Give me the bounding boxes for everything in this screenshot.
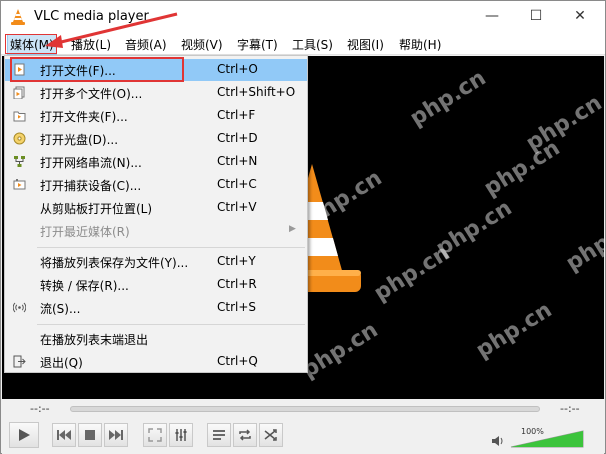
menu-item-shortcut: Ctrl+Shift+O (217, 85, 296, 99)
menu-item-label: 退出(Q) (40, 356, 83, 370)
menu-item-label: 在播放列表末端退出 (40, 333, 149, 347)
stop-button[interactable] (78, 423, 102, 447)
watermark-text: php.cn (297, 317, 383, 384)
watermark-text: php.cn (471, 297, 557, 364)
open-folder-icon (13, 111, 26, 122)
menu-open-file[interactable]: 打开文件(F)... Ctrl+O (5, 59, 307, 81)
play-icon (19, 429, 30, 441)
menu-save-playlist[interactable]: 将播放列表保存为文件(Y)... Ctrl+Y (5, 251, 307, 273)
menu-subtitle[interactable]: 字幕(T) (237, 36, 278, 53)
capture-device-icon (13, 179, 26, 190)
menu-item-label: 打开文件(F)... (40, 64, 116, 78)
minimize-button[interactable]: — (470, 1, 514, 31)
menu-item-label: 打开捕获设备(C)... (40, 179, 142, 193)
shuffle-button[interactable] (259, 423, 283, 447)
next-button[interactable] (104, 423, 128, 447)
open-multiple-files-icon (13, 86, 25, 99)
menu-item-shortcut: Ctrl+Q (217, 354, 258, 368)
previous-icon (57, 430, 71, 440)
menu-separator (37, 247, 305, 248)
menu-item-label: 打开文件夹(F)... (40, 110, 128, 124)
playback-controls: --:-- --:-- 100% (2, 399, 604, 454)
menu-item-label: 打开最近媒体(R) (40, 225, 130, 239)
menu-item-shortcut: Ctrl+S (217, 300, 257, 314)
volume-slider[interactable] (509, 429, 585, 449)
play-button[interactable] (9, 422, 39, 448)
playlist-button[interactable] (207, 423, 231, 447)
stop-icon (85, 430, 95, 440)
watermark-text: php.cn (405, 65, 491, 132)
menu-open-capture-device[interactable]: 打开捕获设备(C)... Ctrl+C (5, 174, 307, 196)
time-total: --:-- (560, 402, 580, 415)
network-icon (14, 156, 25, 167)
extended-settings-button[interactable] (169, 423, 193, 447)
menu-item-shortcut: Ctrl+R (217, 277, 257, 291)
menu-help[interactable]: 帮助(H) (399, 36, 441, 53)
watermark-text: php.cn (431, 195, 517, 262)
loop-icon (239, 429, 251, 441)
volume-icon[interactable] (491, 435, 505, 447)
menu-item-shortcut: Ctrl+C (217, 177, 257, 191)
vlc-window: VLC media player — ☐ ✕ 媒体(M) 播放(L) 音频(A)… (0, 0, 606, 454)
loop-button[interactable] (233, 423, 257, 447)
submenu-arrow-icon: ▶ (289, 224, 296, 234)
menu-item-shortcut: Ctrl+Y (217, 254, 256, 268)
menu-item-label: 转换 / 保存(R)... (40, 279, 129, 293)
menu-convert-save[interactable]: 转换 / 保存(R)... Ctrl+R (5, 274, 307, 296)
menu-item-shortcut: Ctrl+F (217, 108, 256, 122)
annotation-arrow-icon (45, 12, 178, 48)
watermark-text: php.cn (521, 90, 604, 157)
fullscreen-icon (148, 428, 162, 442)
stream-icon (13, 302, 26, 313)
menu-item-label: 打开网络串流(N)... (40, 156, 142, 170)
menu-quit-at-end-of-playlist[interactable]: 在播放列表末端退出 (5, 328, 307, 350)
menu-item-label: 将播放列表保存为文件(Y)... (40, 256, 189, 270)
time-elapsed: --:-- (30, 402, 50, 415)
menu-item-label: 打开光盘(D)... (40, 133, 119, 147)
menu-quit[interactable]: 退出(Q) Ctrl+Q (5, 351, 307, 373)
menu-open-disc[interactable]: 打开光盘(D)... Ctrl+D (5, 128, 307, 150)
menu-open-network-stream[interactable]: 打开网络串流(N)... Ctrl+N (5, 151, 307, 173)
menu-item-shortcut: Ctrl+V (217, 200, 257, 214)
close-button[interactable]: ✕ (558, 1, 602, 31)
menu-item-label: 流(S)... (40, 302, 81, 316)
media-dropdown-menu: 打开文件(F)... Ctrl+O 打开多个文件(O)... Ctrl+Shif… (4, 55, 308, 373)
menu-item-shortcut: Ctrl+N (217, 154, 258, 168)
shuffle-icon (264, 429, 277, 441)
menu-open-from-clipboard[interactable]: 从剪贴板打开位置(L) Ctrl+V (5, 197, 307, 219)
next-icon (109, 430, 123, 440)
watermark-text: php.cn (561, 210, 604, 277)
seek-bar[interactable] (70, 406, 540, 412)
menu-stream[interactable]: 流(S)... Ctrl+S (5, 297, 307, 319)
fullscreen-button[interactable] (143, 423, 167, 447)
vlc-cone-icon (11, 9, 25, 25)
menu-view[interactable]: 视图(I) (347, 36, 384, 53)
menu-video[interactable]: 视频(V) (181, 36, 223, 53)
menu-open-folder[interactable]: 打开文件夹(F)... Ctrl+F (5, 105, 307, 127)
menu-item-shortcut: Ctrl+O (217, 62, 258, 76)
menu-tools[interactable]: 工具(S) (292, 36, 333, 53)
disc-icon (13, 132, 26, 145)
equalizer-icon (175, 429, 187, 441)
menu-separator (37, 324, 305, 325)
open-file-icon (14, 63, 25, 76)
playlist-icon (213, 430, 225, 440)
quit-icon (13, 355, 26, 368)
menu-item-label: 打开多个文件(O)... (40, 87, 143, 101)
menu-open-multiple-files[interactable]: 打开多个文件(O)... Ctrl+Shift+O (5, 82, 307, 104)
menu-open-recent-media: 打开最近媒体(R) ▶ (5, 220, 307, 242)
menu-item-label: 从剪贴板打开位置(L) (40, 202, 153, 216)
menu-item-shortcut: Ctrl+D (217, 131, 258, 145)
previous-button[interactable] (52, 423, 76, 447)
maximize-button[interactable]: ☐ (514, 1, 558, 31)
